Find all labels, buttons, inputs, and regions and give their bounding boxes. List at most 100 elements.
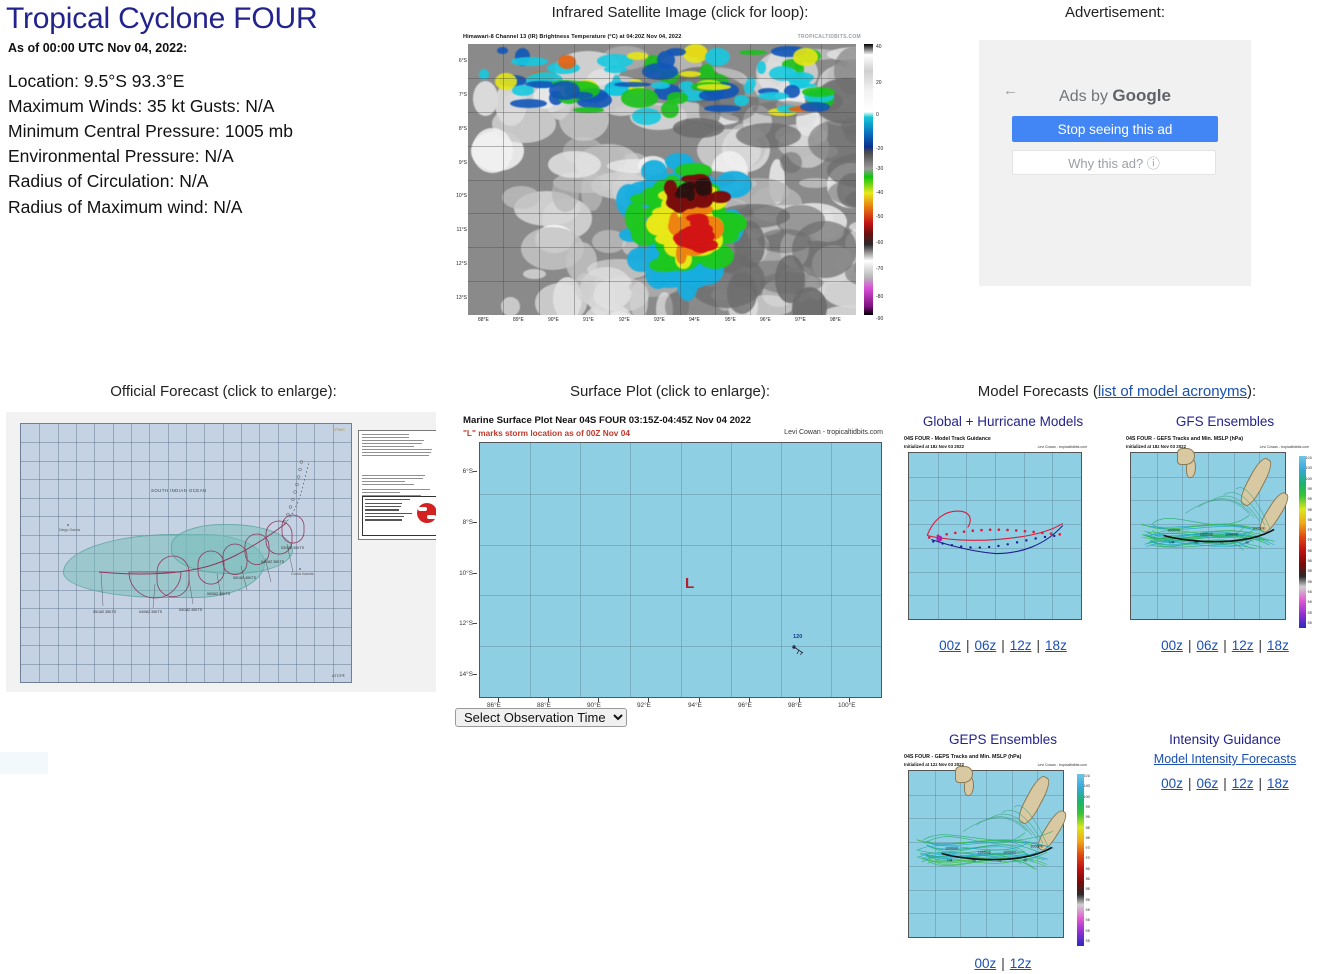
model-thumbnail[interactable]: 04S FOUR - Model Track Guidance Initializ…: [900, 434, 1090, 630]
mslp-colorbar-tick: 965: [1085, 866, 1090, 871]
placeholder-box: [0, 752, 48, 774]
why-this-ad-button[interactable]: Why this ad? ⓘ: [1012, 150, 1216, 175]
model-intensity-forecasts-link[interactable]: Model Intensity Forecasts: [1154, 752, 1296, 766]
official-forecast-section: Official Forecast (click to enlarge): SO…: [0, 383, 447, 692]
forecast-wind-label: 06/06Z 45KTS: [207, 592, 231, 596]
model-panel-1-time-06z[interactable]: 06z: [1196, 638, 1218, 653]
satellite-colorbar-tick: -20: [876, 146, 884, 152]
satellite-x-tick: 97°E: [795, 317, 806, 323]
page-title: Tropical Cyclone FOUR: [6, 2, 318, 35]
mslp-colorbar-tick: 930: [1085, 938, 1090, 943]
model-panel-1-time-18z[interactable]: 18z: [1267, 638, 1289, 653]
stop-seeing-ad-button[interactable]: Stop seeing this ad: [1012, 116, 1218, 142]
intensity-guidance-time-18z[interactable]: 18z: [1267, 776, 1289, 791]
cyclone-symbol-icon: [417, 503, 436, 523]
model-panel-title: GEPS Ensembles: [948, 732, 1058, 747]
model-panel-0-time-06z[interactable]: 06z: [974, 638, 996, 653]
surface-plot-x-tick: 94°E: [688, 702, 702, 709]
mslp-colorbar-tick: 940: [1307, 600, 1312, 605]
storm-stats-list: Location: 9.5°S 93.3°E Maximum Winds: 35…: [8, 69, 446, 220]
intensity-guidance-time-00z[interactable]: 00z: [1161, 776, 1183, 791]
thumbnail-init: Initialized at 18z Nov 03 2022: [904, 444, 965, 449]
ship-observation-value: 120: [793, 634, 803, 640]
svg-text:96: 96: [972, 858, 976, 862]
island-label: Cocos Islands: [291, 572, 314, 576]
forecast-map: SOUTH INDIAN OCEAN JTWC ATCF® 03/18Z 30K…: [20, 423, 352, 683]
mslp-colorbar-tick: 960: [1307, 559, 1312, 563]
satellite-y-tick: 7°S: [458, 92, 467, 98]
surface-plot-section: Surface Plot (click to enlarge): Marine …: [445, 383, 895, 730]
forecast-wind-label: 04/18Z 35KTS: [261, 560, 285, 564]
surface-plot-x-tick: 98°E: [788, 702, 802, 709]
svg-text:1005mb: 1005mb: [1252, 526, 1265, 530]
surface-plot-y-tick: 6°S: [462, 468, 473, 475]
satellite-image[interactable]: Himawari-8 Channel 13 (IR) Brightness Te…: [455, 32, 891, 324]
time-separator: |: [1258, 776, 1263, 791]
satellite-colorbar-tick: -70: [876, 266, 884, 272]
model-acronyms-link[interactable]: list of model acronyms: [1098, 383, 1247, 400]
advertisement-section: Advertisement: ← Ads by Google Stop seei…: [960, 0, 1270, 286]
satellite-x-tick: 94°E: [689, 317, 700, 323]
thumbnail-credit: Levi Cowan - tropicaltidbits.com: [1037, 445, 1087, 449]
satellite-y-tick: 6°S: [458, 58, 467, 64]
satellite-watermark: TROPICALTIDBITS.COM: [797, 34, 861, 40]
satellite-y-tick: 10°S: [456, 193, 467, 199]
surface-plot-heading: Surface Plot (click to enlarge):: [569, 383, 771, 400]
mslp-colorbar-tick: 1010: [1083, 774, 1090, 778]
observation-time-select[interactable]: Select Observation Time...: [455, 708, 627, 727]
storm-location: Location: 9.5°S 93.3°E: [8, 70, 185, 91]
official-forecast-image[interactable]: SOUTH INDIAN OCEAN JTWC ATCF® 03/18Z 30K…: [6, 412, 436, 692]
satellite-image-title: Himawari-8 Channel 13 (IR) Brightness Te…: [463, 34, 682, 40]
storm-timestamp: As of 00:00 UTC Nov 04, 2022:: [8, 40, 188, 55]
model-panel-2-time-00z[interactable]: 00z: [974, 956, 996, 971]
satellite-x-tick: 92°E: [619, 317, 630, 323]
satellite-colorbar-ticks: 40 20 0 -20 -30 -40 -50 -60 -70 -80 -90: [875, 40, 891, 322]
time-separator: |: [1001, 956, 1005, 971]
mslp-colorbar: [1077, 774, 1084, 946]
model-panel-1-time-00z[interactable]: 00z: [1161, 638, 1183, 653]
model-thumbnail[interactable]: 04S FOUR - GEFS Tracks and Min. MSLP (hP…: [1122, 434, 1312, 630]
storm-radius-max-wind: Radius of Maximum wind: N/A: [8, 196, 243, 217]
model-panel-0-time-12z[interactable]: 12z: [1010, 638, 1032, 653]
surface-plot-y-tick: 8°S: [462, 519, 473, 526]
model-panel-0-times: 00z | 06z | 12z | 18z: [900, 638, 1106, 653]
storm-env-pressure: Environmental Pressure: N/A: [8, 146, 234, 167]
svg-text:1005mb: 1005mb: [1200, 532, 1213, 536]
satellite-x-tick: 89°E: [513, 317, 524, 323]
model-tracks: 1000mb 1005mb 1000mb 1005mb 144 96 72 48: [916, 805, 1055, 871]
model-panel-0-time-00z[interactable]: 00z: [939, 638, 961, 653]
svg-text:48: 48: [1023, 858, 1027, 862]
intensity-guidance-title: Intensity Guidance: [1169, 732, 1281, 747]
thumbnail-map: 1000mb 1005mb 1000mb 1005mb 144 96 72 48: [1130, 448, 1292, 620]
model-forecasts-heading: Model Forecasts (list of model acronyms)…: [900, 383, 1334, 400]
mslp-colorbar-tick: 950: [1085, 897, 1090, 902]
surface-plot-map: L 120: [479, 442, 882, 698]
surface-plot-x-tick: 100°E: [838, 702, 856, 709]
intensity-guidance-time-06z[interactable]: 06z: [1196, 776, 1218, 791]
storm-max-winds: Maximum Winds: 35 kt Gusts: N/A: [8, 95, 275, 116]
satellite-colorbar-tick: 40: [876, 44, 882, 50]
forecast-wind-label: 05/18Z 40KTS: [233, 576, 257, 580]
surface-plot-image[interactable]: Marine Surface Plot Near 04S FOUR 03:15Z…: [453, 412, 885, 730]
model-thumbnail[interactable]: 04S FOUR - GEPS Tracks and Min. MSLP (hP…: [900, 752, 1090, 948]
model-tracks: [926, 510, 1064, 555]
model-panel-2-time-12z[interactable]: 12z: [1010, 956, 1032, 971]
surface-plot-y-tick: 10°S: [459, 570, 473, 577]
forecast-wind-label: 03/18Z 30KTS: [281, 546, 305, 550]
time-separator: |: [1001, 638, 1005, 653]
storm-summary: Tropical Cyclone FOUR As of 00:00 UTC No…: [6, 2, 446, 220]
surface-plot-title: Marine Surface Plot Near 04S FOUR 03:15Z…: [463, 415, 751, 426]
svg-text:1005mb: 1005mb: [1030, 844, 1043, 848]
model-panel-1-time-12z[interactable]: 12z: [1232, 638, 1254, 653]
surface-plot-subtitle: "L" marks storm location as of 00Z Nov 0…: [463, 428, 630, 438]
mslp-colorbar-tick: 970: [1307, 538, 1312, 543]
satellite-colorbar-tick: -80: [876, 294, 884, 300]
mslp-colorbar: [1299, 456, 1306, 628]
forecast-legend: [362, 496, 436, 536]
mslp-colorbar-tick: 940: [1085, 918, 1090, 923]
svg-text:144: 144: [947, 858, 953, 862]
intensity-guidance-time-12z[interactable]: 12z: [1232, 776, 1254, 791]
model-panel-0-time-18z[interactable]: 18z: [1045, 638, 1067, 653]
model-panel-1-times: 00z | 06z | 12z | 18z: [1122, 638, 1328, 653]
time-separator: |: [1036, 638, 1041, 653]
